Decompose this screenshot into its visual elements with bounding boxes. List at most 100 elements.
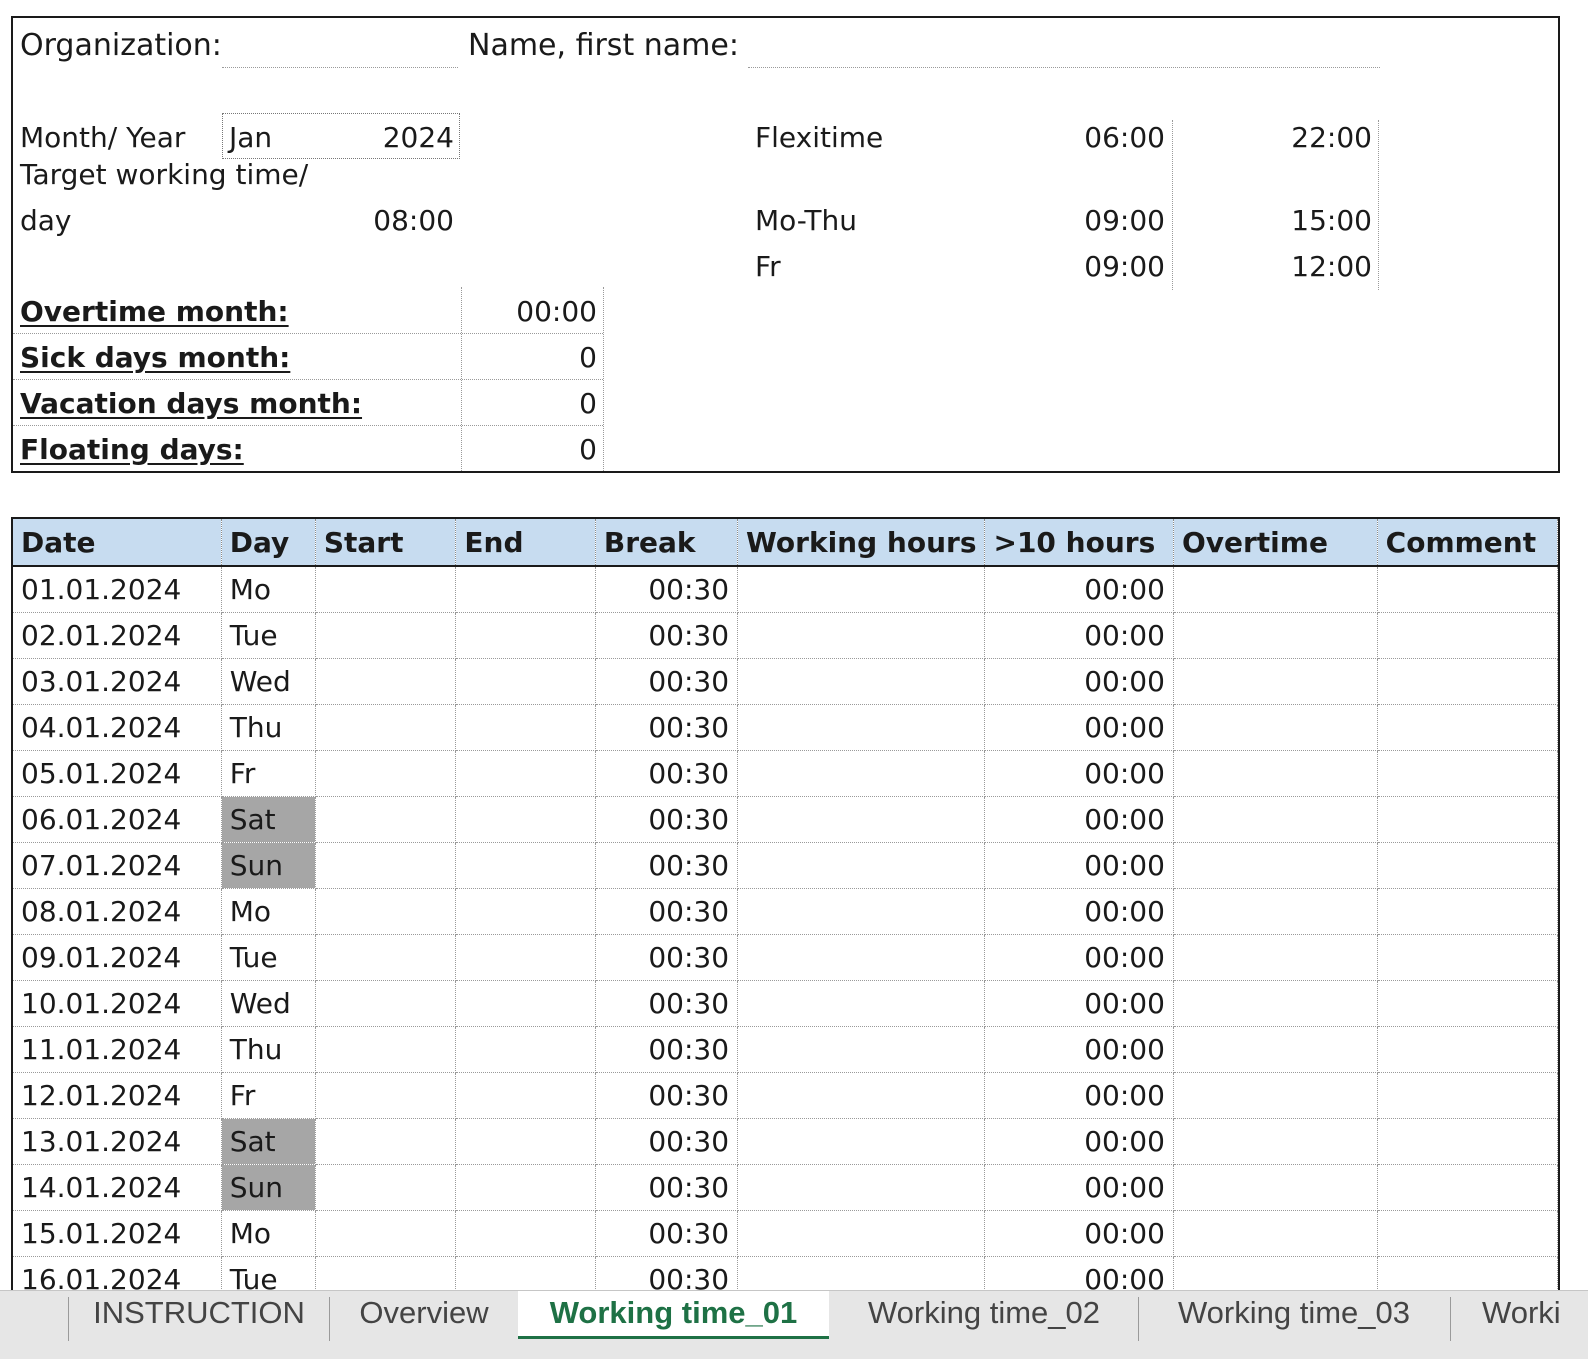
- day-cell[interactable]: Tue: [221, 1256, 316, 1290]
- over-10-hours-cell[interactable]: 00:00: [984, 1118, 1174, 1165]
- date-cell[interactable]: 02.01.2024: [13, 612, 222, 659]
- day-cell[interactable]: Thu: [221, 1026, 316, 1073]
- start-cell[interactable]: [315, 934, 457, 981]
- overtime-cell[interactable]: [1173, 1072, 1378, 1119]
- over-10-hours-cell[interactable]: 00:00: [984, 980, 1174, 1027]
- day-cell[interactable]: Sat: [221, 796, 316, 843]
- start-cell[interactable]: [315, 1256, 457, 1290]
- working-hours-cell[interactable]: [737, 566, 986, 613]
- comment-cell[interactable]: [1377, 750, 1558, 797]
- overtime-cell[interactable]: [1173, 1026, 1378, 1073]
- end-cell[interactable]: [455, 566, 596, 613]
- working-hours-cell[interactable]: [737, 658, 986, 705]
- break-cell[interactable]: 00:30: [595, 566, 739, 613]
- tab-overview[interactable]: Overview: [331, 1291, 517, 1339]
- overtime-cell[interactable]: [1173, 566, 1378, 613]
- overtime-cell[interactable]: [1173, 934, 1378, 981]
- working-hours-cell[interactable]: [737, 888, 986, 935]
- over-10-hours-cell[interactable]: 00:00: [984, 1210, 1174, 1257]
- break-cell[interactable]: 00:30: [595, 750, 739, 797]
- end-cell[interactable]: [455, 1210, 596, 1257]
- start-cell[interactable]: [315, 1118, 457, 1165]
- overtime-cell[interactable]: [1173, 612, 1378, 659]
- start-cell[interactable]: [315, 1164, 457, 1211]
- date-cell[interactable]: 16.01.2024: [13, 1256, 222, 1290]
- start-cell[interactable]: [315, 980, 457, 1027]
- start-cell[interactable]: [315, 612, 457, 659]
- over-10-hours-cell[interactable]: 00:00: [984, 612, 1174, 659]
- col-header-working-hours[interactable]: Working hours: [737, 519, 986, 567]
- over-10-hours-cell[interactable]: 00:00: [984, 888, 1174, 935]
- end-cell[interactable]: [455, 1164, 596, 1211]
- overtime-cell[interactable]: [1173, 1256, 1378, 1290]
- start-cell[interactable]: [315, 1072, 457, 1119]
- end-cell[interactable]: [455, 1256, 596, 1290]
- comment-cell[interactable]: [1377, 1118, 1558, 1165]
- date-cell[interactable]: 09.01.2024: [13, 934, 222, 981]
- target-value[interactable]: 08:00: [330, 201, 454, 241]
- col-header-end[interactable]: End: [455, 519, 596, 567]
- col-header-comment[interactable]: Comment: [1377, 519, 1558, 567]
- start-cell[interactable]: [315, 796, 457, 843]
- over-10-hours-cell[interactable]: 00:00: [984, 1072, 1174, 1119]
- overtime-cell[interactable]: [1173, 704, 1378, 751]
- comment-cell[interactable]: [1377, 1026, 1558, 1073]
- col-header-overtime[interactable]: Overtime: [1173, 519, 1378, 567]
- break-cell[interactable]: 00:30: [595, 980, 739, 1027]
- day-cell[interactable]: Fr: [221, 750, 316, 797]
- overtime-cell[interactable]: [1173, 1164, 1378, 1211]
- year-value[interactable]: 2024: [360, 118, 454, 158]
- comment-cell[interactable]: [1377, 842, 1558, 889]
- working-hours-cell[interactable]: [737, 980, 986, 1027]
- working-hours-cell[interactable]: [737, 934, 986, 981]
- day-cell[interactable]: Sat: [221, 1118, 316, 1165]
- break-cell[interactable]: 00:30: [595, 1026, 739, 1073]
- over-10-hours-cell[interactable]: 00:00: [984, 796, 1174, 843]
- fr-end[interactable]: 12:00: [1250, 247, 1372, 287]
- break-cell[interactable]: 00:30: [595, 1072, 739, 1119]
- month-value[interactable]: Jan: [229, 118, 272, 158]
- day-cell[interactable]: Mo: [221, 1210, 316, 1257]
- overtime-cell[interactable]: [1173, 750, 1378, 797]
- fr-start[interactable]: 09:00: [1040, 247, 1165, 287]
- overtime-cell[interactable]: [1173, 842, 1378, 889]
- end-cell[interactable]: [455, 1026, 596, 1073]
- working-hours-cell[interactable]: [737, 796, 986, 843]
- end-cell[interactable]: [455, 796, 596, 843]
- tab-working-time-04-partial[interactable]: Worki: [1452, 1291, 1588, 1339]
- date-cell[interactable]: 04.01.2024: [13, 704, 222, 751]
- over-10-hours-cell[interactable]: 00:00: [984, 750, 1174, 797]
- end-cell[interactable]: [455, 842, 596, 889]
- col-header-start[interactable]: Start: [315, 519, 457, 567]
- mothu-start[interactable]: 09:00: [1040, 201, 1165, 241]
- break-cell[interactable]: 00:30: [595, 1118, 739, 1165]
- break-cell[interactable]: 00:30: [595, 704, 739, 751]
- comment-cell[interactable]: [1377, 796, 1558, 843]
- comment-cell[interactable]: [1377, 1256, 1558, 1290]
- overtime-cell[interactable]: [1173, 658, 1378, 705]
- end-cell[interactable]: [455, 612, 596, 659]
- break-cell[interactable]: 00:30: [595, 842, 739, 889]
- break-cell[interactable]: 00:30: [595, 1256, 739, 1290]
- working-hours-cell[interactable]: [737, 612, 986, 659]
- comment-cell[interactable]: [1377, 566, 1558, 613]
- day-cell[interactable]: Tue: [221, 934, 316, 981]
- comment-cell[interactable]: [1377, 980, 1558, 1027]
- start-cell[interactable]: [315, 1026, 457, 1073]
- overtime-cell[interactable]: [1173, 796, 1378, 843]
- working-hours-cell[interactable]: [737, 842, 986, 889]
- start-cell[interactable]: [315, 750, 457, 797]
- comment-cell[interactable]: [1377, 704, 1558, 751]
- break-cell[interactable]: 00:30: [595, 1164, 739, 1211]
- break-cell[interactable]: 00:30: [595, 612, 739, 659]
- end-cell[interactable]: [455, 750, 596, 797]
- day-cell[interactable]: Sun: [221, 842, 316, 889]
- over-10-hours-cell[interactable]: 00:00: [984, 934, 1174, 981]
- end-cell[interactable]: [455, 1072, 596, 1119]
- col-header-date[interactable]: Date: [13, 519, 222, 567]
- over-10-hours-cell[interactable]: 00:00: [984, 566, 1174, 613]
- date-cell[interactable]: 06.01.2024: [13, 796, 222, 843]
- comment-cell[interactable]: [1377, 888, 1558, 935]
- name-field[interactable]: [748, 67, 1380, 68]
- break-cell[interactable]: 00:30: [595, 658, 739, 705]
